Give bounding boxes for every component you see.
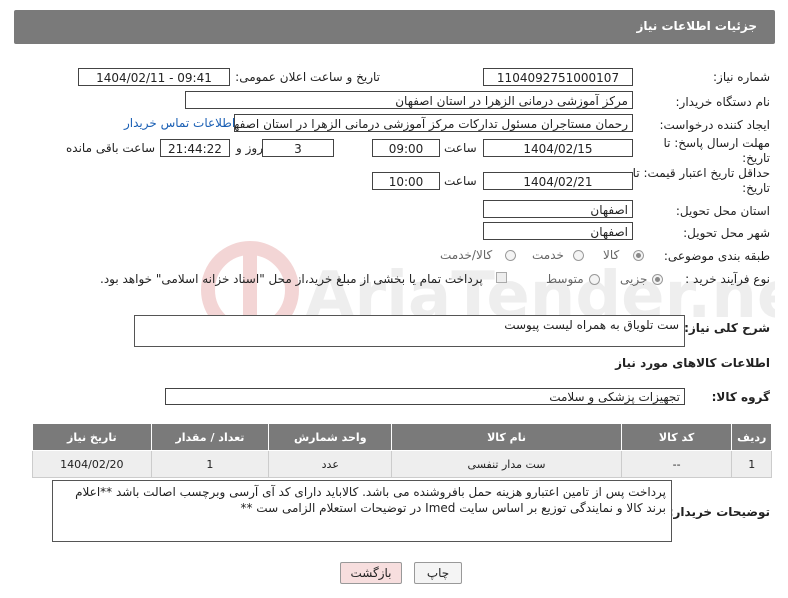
header-item-name: نام کالا bbox=[391, 423, 622, 451]
category-option-service: خدمت bbox=[532, 248, 564, 262]
province-label: استان محل تحویل: bbox=[675, 204, 770, 218]
header-quantity: تعداد / مقدار bbox=[150, 423, 270, 451]
remaining-time-field: 21:44:22 bbox=[160, 139, 230, 157]
category-radio-goods[interactable] bbox=[633, 250, 644, 261]
description-text: ست تلویاق به همراه لیست پیوست bbox=[504, 318, 679, 332]
process-radio-medium[interactable] bbox=[589, 274, 600, 285]
cell-row-num: 1 bbox=[731, 450, 772, 478]
header-row-num: ردیف bbox=[731, 423, 772, 451]
category-radio-service[interactable] bbox=[573, 250, 584, 261]
announce-label: تاریخ و ساعت اعلان عمومی: bbox=[235, 70, 380, 84]
process-option-minor: جزیی bbox=[620, 272, 648, 286]
buyer-contact-link[interactable]: اطلاعات تماس خریدار bbox=[124, 116, 235, 130]
buyer-notes-label: توضیحات خریدار: bbox=[668, 505, 770, 519]
days-field: 3 bbox=[262, 139, 334, 157]
description-label: شرح کلی نیاز: bbox=[684, 321, 770, 335]
category-option-goods-service: کالا/خدمت bbox=[440, 248, 493, 262]
deadline-time-field: 09:00 bbox=[372, 139, 440, 157]
validity-label: حداقل تاریخ اعتبار قیمت: تا تاریخ: bbox=[632, 166, 770, 195]
days-label: روز و bbox=[236, 141, 263, 155]
cell-quantity: 1 bbox=[150, 450, 270, 478]
deadline-label: مهلت ارسال پاسخ: تا تاریخ: bbox=[663, 136, 770, 165]
back-button[interactable]: بازگشت bbox=[340, 562, 402, 584]
need-number-label: شماره نیاز: bbox=[713, 70, 770, 84]
remaining-label: ساعت باقی مانده bbox=[66, 141, 156, 155]
buyer-notes-line-1: پرداخت پس از تامین اعتبارو هزینه حمل باف… bbox=[75, 485, 666, 499]
validity-time-label: ساعت bbox=[444, 174, 477, 188]
payment-note: پرداخت تمام یا بخشی از مبلغ خرید،از محل … bbox=[100, 272, 483, 286]
goods-group-field: تجهیزات پزشکی و سلامت bbox=[165, 388, 685, 405]
city-field: اصفهان bbox=[483, 222, 633, 240]
goods-group-label: گروه کالا: bbox=[711, 390, 770, 404]
table-row[interactable]: 1 -- ست مدار تنفسی عدد 1 1404/02/20 bbox=[32, 450, 772, 478]
print-button[interactable]: چاپ bbox=[414, 562, 462, 584]
buyer-label: نام دستگاه خریدار: bbox=[675, 95, 771, 109]
city-label: شهر محل تحویل: bbox=[683, 226, 770, 240]
header-item-code: کد کالا bbox=[620, 423, 733, 451]
treasury-checkbox[interactable] bbox=[496, 272, 507, 283]
goods-section-header: اطلاعات کالاهای مورد نیاز bbox=[615, 356, 770, 370]
process-option-medium: متوسط bbox=[546, 272, 584, 286]
items-table: ردیف کد کالا نام کالا واحد شمارش تعداد /… bbox=[32, 423, 772, 478]
buyer-notes-textarea[interactable]: پرداخت پس از تامین اعتبارو هزینه حمل باف… bbox=[52, 480, 672, 542]
process-label: نوع فرآیند خرید : bbox=[685, 272, 770, 286]
cell-need-date: 1404/02/20 bbox=[32, 450, 152, 478]
validity-time-field: 10:00 bbox=[372, 172, 440, 190]
province-field: اصفهان bbox=[483, 200, 633, 218]
cell-item-code: -- bbox=[620, 450, 733, 478]
buyer-notes-line-2: برند کالا و نمایندگی توزیع بر اساس سایت … bbox=[240, 501, 666, 515]
creator-label: ایجاد کننده درخواست: bbox=[659, 118, 770, 132]
category-radio-goods-service[interactable] bbox=[505, 250, 516, 261]
cell-unit: عدد bbox=[268, 450, 393, 478]
category-label: طبقه بندی موضوعی: bbox=[663, 249, 770, 263]
description-textarea[interactable]: ست تلویاق به همراه لیست پیوست bbox=[134, 315, 685, 347]
creator-field: رحمان مستاجران مسئول تدارکات مرکز آموزشی… bbox=[234, 114, 633, 132]
process-radio-minor[interactable] bbox=[652, 274, 663, 285]
buyer-field: مرکز آموزشی درمانی الزهرا در استان اصفها… bbox=[185, 91, 633, 109]
need-number-field: 1104092751000107 bbox=[483, 68, 633, 86]
title-bar: جزئیات اطلاعات نیاز bbox=[14, 10, 775, 44]
deadline-time-label: ساعت bbox=[444, 141, 477, 155]
header-need-date: تاریخ نیاز bbox=[32, 423, 152, 451]
table-header-row: ردیف کد کالا نام کالا واحد شمارش تعداد /… bbox=[32, 423, 772, 451]
header-unit: واحد شمارش bbox=[268, 423, 393, 451]
validity-date-field: 1404/02/21 bbox=[483, 172, 633, 190]
cell-item-name: ست مدار تنفسی bbox=[391, 450, 622, 478]
category-option-goods: کالا bbox=[603, 248, 620, 262]
page-title: جزئیات اطلاعات نیاز bbox=[636, 19, 757, 33]
deadline-date-field: 1404/02/15 bbox=[483, 139, 633, 157]
announce-field: 1404/02/11 - 09:41 bbox=[78, 68, 230, 86]
